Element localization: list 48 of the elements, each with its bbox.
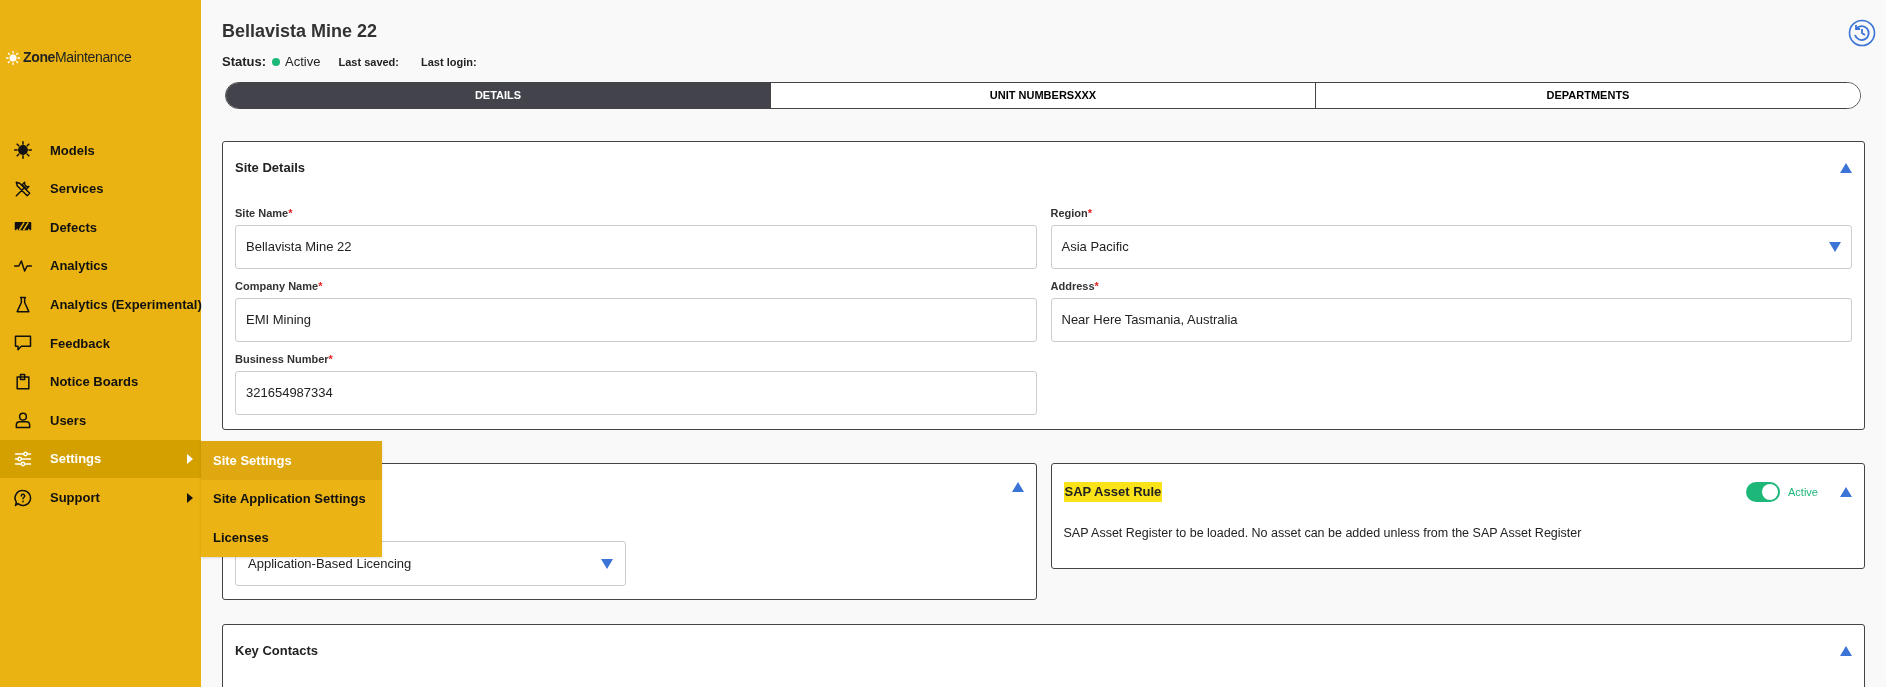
input-field[interactable]: 321654987334	[235, 371, 1037, 415]
sidebar-item[interactable]: Users	[0, 401, 201, 440]
card-title: SAP Asset Rule	[1063, 482, 1163, 502]
toggle-label: Active	[1788, 484, 1818, 500]
field-label: Business Number*	[235, 352, 334, 366]
submenu-item[interactable]: Site Application Settings	[201, 479, 382, 518]
select-field[interactable]: Asia Pacific	[1050, 225, 1852, 269]
collapse-arrow-icon[interactable]	[1840, 487, 1852, 497]
flask-icon	[13, 294, 33, 315]
tab[interactable]: DEPARTMENTS	[1315, 83, 1860, 108]
field-label: Region*	[1050, 206, 1094, 220]
gear-icon	[13, 140, 33, 161]
select-field[interactable]: Application-Based Licencing	[235, 541, 626, 586]
collapse-arrow-icon[interactable]	[1840, 163, 1852, 173]
input-field[interactable]: Bellavista Mine 22	[235, 225, 1037, 269]
input-field[interactable]: Near Here Tasmania, Australia	[1050, 298, 1852, 342]
clipboard-icon	[13, 371, 33, 392]
card-title: Key Contacts	[235, 642, 319, 661]
sidebar-item[interactable]: Services	[0, 169, 201, 209]
logo-sun-icon	[6, 50, 20, 65]
history-icon[interactable]	[1848, 19, 1876, 47]
status-label: Status:	[222, 53, 267, 72]
input-field[interactable]: EMI Mining	[235, 298, 1037, 342]
last-login-label: Last login:	[421, 54, 477, 70]
field-label: Address*	[1050, 279, 1100, 293]
sidebar-item[interactable]: Defects	[0, 208, 201, 247]
sidebar-item[interactable]: Models	[0, 131, 201, 170]
dropdown-arrow-icon	[1829, 242, 1841, 252]
card-title: Site Details	[235, 159, 306, 178]
collapse-arrow-icon[interactable]	[1840, 646, 1852, 656]
card-description: SAP Asset Register to be loaded. No asset can be added unless from the SAP Asset Register	[1063, 525, 1583, 542]
sidebar-item[interactable]: Support	[0, 478, 201, 517]
logo-text: ZoneMaintenance	[23, 48, 132, 67]
sidebar-item[interactable]: Analytics	[0, 246, 201, 286]
sidebar-item[interactable]: Notice Boards	[0, 362, 201, 402]
page-title: Bellavista Mine 22	[222, 20, 379, 42]
tab[interactable]: DETAILS	[226, 83, 770, 108]
dropdown-arrow-icon	[601, 558, 613, 569]
field-label: Site Name*	[235, 206, 294, 220]
last-saved-label: Last saved:	[338, 54, 399, 70]
user-icon	[13, 410, 33, 431]
collapse-arrow-icon[interactable]	[1011, 482, 1024, 492]
sidebar-item[interactable]: Analytics (Experimental)	[0, 285, 201, 324]
toggle-switch[interactable]	[1746, 482, 1781, 502]
help-icon	[13, 487, 33, 508]
sidebar-item[interactable]: Feedback	[0, 323, 201, 363]
status-value: Active	[285, 53, 321, 72]
field-label: Company Name*	[235, 279, 324, 293]
